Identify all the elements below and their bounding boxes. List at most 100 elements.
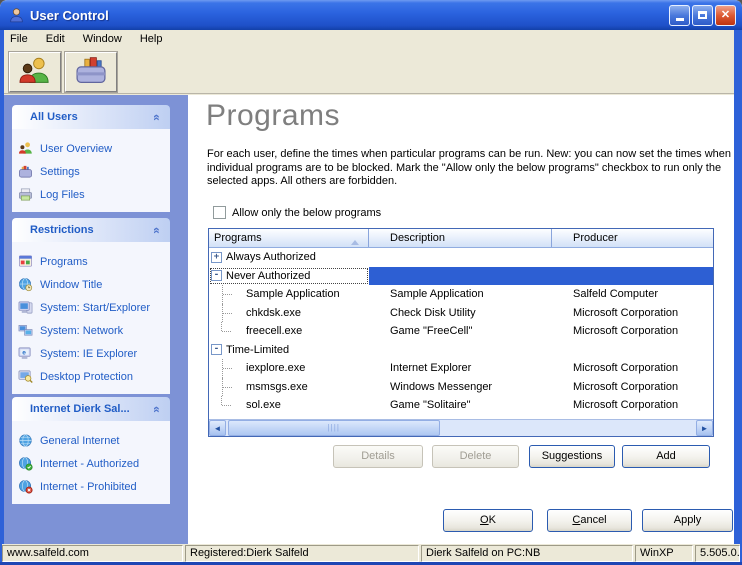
table-row[interactable]: Sample Application Sample Application Sa…	[209, 285, 713, 304]
cell-description: Game "Solitaire"	[369, 396, 552, 415]
svg-text:e: e	[22, 349, 26, 356]
column-header-producer[interactable]: Producer	[552, 229, 713, 247]
sidebar-item-programs[interactable]: Programs	[12, 250, 170, 273]
sidebar-item-label[interactable]: Log Files	[40, 189, 85, 201]
cell-producer	[552, 341, 713, 360]
tree-branch-icon	[222, 322, 246, 341]
users-icon	[18, 56, 52, 89]
network-icon	[18, 323, 34, 339]
menu-window[interactable]: Window	[74, 31, 131, 47]
suggestions-button[interactable]: Suggestions	[529, 445, 615, 468]
cell-program: msmsgs.exe	[246, 381, 308, 393]
allow-only-checkbox[interactable]	[213, 206, 226, 219]
menu-file[interactable]: File	[1, 31, 37, 47]
sidebar-item-label[interactable]: Settings	[40, 166, 80, 178]
section-header-internet[interactable]: Internet Dierk Sal... «	[12, 397, 170, 421]
sidebar-item-label[interactable]: User Overview	[40, 143, 112, 155]
chevron-collapse-icon[interactable]: «	[150, 114, 164, 120]
table-row[interactable]: freecell.exe Game "FreeCell" Microsoft C…	[209, 322, 713, 341]
cell-producer: Microsoft Corporation	[552, 322, 713, 341]
cell-description: Windows Messenger	[369, 378, 552, 397]
toolbox-icon	[74, 56, 108, 89]
delete-button[interactable]: Delete	[432, 445, 519, 468]
section-title: All Users	[12, 111, 154, 123]
cell-program: Time-Limited	[226, 344, 289, 356]
ok-button[interactable]: OK	[443, 509, 533, 532]
app-user-icon	[8, 7, 25, 24]
menu-edit[interactable]: Edit	[37, 31, 74, 47]
cell-program: iexplore.exe	[246, 362, 305, 374]
cancel-button[interactable]: Cancel	[547, 509, 632, 532]
status-version: 5.505.0.0	[695, 545, 740, 562]
table-row-group[interactable]: -Time-Limited	[209, 341, 713, 360]
allow-only-checkbox-label[interactable]: Allow only the below programs	[232, 207, 381, 219]
allow-only-checkbox-row: Allow only the below programs	[213, 206, 381, 219]
sidebar-item-label[interactable]: System: Network	[40, 325, 123, 337]
sidebar-item-label[interactable]: General Internet	[40, 435, 120, 447]
sidebar-item-label[interactable]: Desktop Protection	[40, 371, 133, 383]
sidebar-item-general-internet[interactable]: General Internet	[12, 429, 170, 452]
sidebar-item-desktop-protection[interactable]: Desktop Protection	[12, 365, 170, 388]
users-toolbar-button[interactable]	[9, 52, 61, 92]
details-button[interactable]: Details	[333, 445, 423, 468]
table-row[interactable]: chkdsk.exe Check Disk Utility Microsoft …	[209, 304, 713, 323]
toolbox-toolbar-button[interactable]	[65, 52, 117, 92]
table-row-group[interactable]: +Always Authorized	[209, 248, 713, 267]
collapse-icon[interactable]: -	[211, 344, 222, 355]
sidebar-item-settings[interactable]: Settings	[12, 160, 170, 183]
sidebar-item-label[interactable]: Internet - Authorized	[40, 458, 139, 470]
column-header-programs[interactable]: Programs	[209, 229, 369, 247]
sidebar-item-system-network[interactable]: System: Network	[12, 319, 170, 342]
log-files-icon	[18, 187, 34, 203]
cell-producer: Salfeld Computer	[552, 285, 713, 304]
sidebar-item-label[interactable]: Programs	[40, 256, 88, 268]
sidebar-item-label[interactable]: Window Title	[40, 279, 102, 291]
cell-description: Internet Explorer	[369, 359, 552, 378]
table-row[interactable]: sol.exe Game "Solitaire" Microsoft Corpo…	[209, 396, 713, 415]
sidebar-item-system-start-explorer[interactable]: System: Start/Explorer	[12, 296, 170, 319]
table-body: +Always Authorized -Never Authorized Sam…	[209, 248, 713, 419]
column-header-description[interactable]: Description	[369, 229, 552, 247]
section-header-restrictions[interactable]: Restrictions «	[12, 218, 170, 242]
scroll-left-icon[interactable]: ◄	[209, 420, 226, 436]
programs-table: Programs Description Producer +Always Au…	[208, 228, 714, 437]
sidebar-item-user-overview[interactable]: User Overview	[12, 137, 170, 160]
globe-check-icon	[18, 456, 34, 472]
status-website-link[interactable]: www.salfeld.com	[2, 545, 183, 562]
chevron-collapse-icon[interactable]: «	[150, 406, 164, 412]
table-row[interactable]: msmsgs.exe Windows Messenger Microsoft C…	[209, 378, 713, 397]
table-row-group-selected[interactable]: -Never Authorized	[209, 267, 713, 286]
horizontal-scrollbar[interactable]: ◄ |||| ►	[209, 419, 713, 436]
collapse-icon[interactable]: -	[211, 270, 222, 281]
menu-help[interactable]: Help	[131, 31, 172, 47]
cell-description: Check Disk Utility	[369, 304, 552, 323]
close-button[interactable]: ✕	[715, 5, 736, 26]
sidebar-item-internet-prohibited[interactable]: Internet - Prohibited	[12, 475, 170, 498]
sidebar-item-label[interactable]: System: IE Explorer	[40, 348, 137, 360]
minimize-button[interactable]	[669, 5, 690, 26]
desktop-protection-icon	[18, 369, 34, 385]
ie-monitor-icon: e	[18, 346, 34, 362]
status-os: WinXP	[635, 545, 693, 562]
section-header-all-users[interactable]: All Users «	[12, 105, 170, 129]
sidebar-item-internet-authorized[interactable]: Internet - Authorized	[12, 452, 170, 475]
expand-icon[interactable]: +	[211, 252, 222, 263]
sidebar-item-system-ie-explorer[interactable]: e System: IE Explorer	[12, 342, 170, 365]
chevron-collapse-icon[interactable]: «	[150, 227, 164, 233]
sidebar-item-label[interactable]: Internet - Prohibited	[40, 481, 137, 493]
sidebar-item-label[interactable]: System: Start/Explorer	[40, 302, 150, 314]
maximize-button[interactable]	[692, 5, 713, 26]
sidebar: All Users « User Overview Settings Log F…	[4, 95, 188, 544]
cell-description	[369, 341, 552, 360]
apply-button[interactable]: Apply	[642, 509, 733, 532]
column-header-label: Programs	[214, 232, 262, 244]
sidebar-item-log-files[interactable]: Log Files	[12, 183, 170, 206]
scrollbar-track[interactable]: ||||	[226, 420, 696, 436]
sort-ascending-icon	[351, 236, 359, 245]
user-overview-icon	[18, 141, 34, 157]
scroll-right-icon[interactable]: ►	[696, 420, 713, 436]
table-row[interactable]: iexplore.exe Internet Explorer Microsoft…	[209, 359, 713, 378]
sidebar-item-window-title[interactable]: Window Title	[12, 273, 170, 296]
scrollbar-thumb[interactable]: ||||	[228, 420, 440, 436]
add-button[interactable]: Add	[622, 445, 710, 468]
